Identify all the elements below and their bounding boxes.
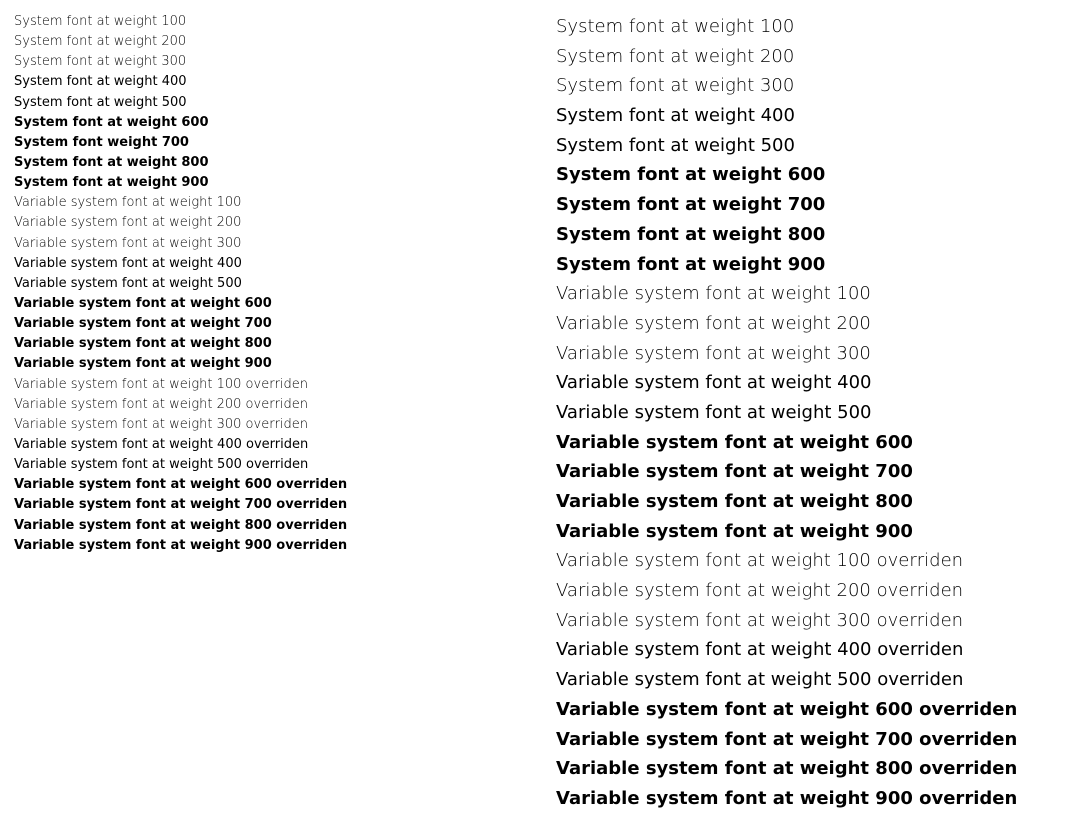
right-text-item: Variable system font at weight 800 overr…	[556, 754, 1052, 784]
right-text-item: System font at weight 500	[556, 131, 1052, 161]
right-text-item: Variable system font at weight 900	[556, 517, 1052, 547]
left-text-item: System font at weight 200	[14, 32, 510, 52]
right-text-item: System font at weight 300	[556, 71, 1052, 101]
left-text-item: System font at weight 800	[14, 153, 510, 173]
left-text-item: Variable system font at weight 900 overr…	[14, 536, 510, 556]
right-text-item: System font at weight 700	[556, 190, 1052, 220]
right-text-item: Variable system font at weight 900 overr…	[556, 784, 1052, 814]
left-text-item: System font at weight 600	[14, 113, 510, 133]
left-text-item: Variable system font at weight 700 overr…	[14, 495, 510, 515]
left-text-item: Variable system font at weight 900	[14, 354, 510, 374]
right-text-item: System font at weight 200	[556, 42, 1052, 72]
right-text-item: Variable system font at weight 100	[556, 279, 1052, 309]
left-text-item: Variable system font at weight 400	[14, 254, 510, 274]
left-text-item: System font at weight 400	[14, 72, 510, 92]
left-text-item: System font weight 700	[14, 133, 510, 153]
right-text-item: Variable system font at weight 500	[556, 398, 1052, 428]
left-text-item: Variable system font at weight 800 overr…	[14, 516, 510, 536]
left-text-item: Variable system font at weight 200	[14, 213, 510, 233]
left-text-item: Variable system font at weight 400 overr…	[14, 435, 510, 455]
left-text-item: Variable system font at weight 700	[14, 314, 510, 334]
right-text-item: System font at weight 600	[556, 160, 1052, 190]
left-text-item: System font at weight 100	[14, 12, 510, 32]
left-text-item: Variable system font at weight 300 overr…	[14, 415, 510, 435]
right-text-item: Variable system font at weight 400 overr…	[556, 635, 1052, 665]
right-text-item: Variable system font at weight 400	[556, 368, 1052, 398]
right-text-item: Variable system font at weight 600	[556, 428, 1052, 458]
right-text-item: System font at weight 100	[556, 12, 1052, 42]
right-text-item: Variable system font at weight 200 overr…	[556, 576, 1052, 606]
right-text-item: System font at weight 400	[556, 101, 1052, 131]
right-text-item: Variable system font at weight 600 overr…	[556, 695, 1052, 725]
right-text-item: Variable system font at weight 200	[556, 309, 1052, 339]
left-text-item: Variable system font at weight 600	[14, 294, 510, 314]
right-text-item: Variable system font at weight 800	[556, 487, 1052, 517]
left-text-item: Variable system font at weight 500	[14, 274, 510, 294]
left-text-item: Variable system font at weight 100 overr…	[14, 375, 510, 395]
right-text-item: System font at weight 900	[556, 250, 1052, 280]
right-text-item: System font at weight 800	[556, 220, 1052, 250]
right-text-item: Variable system font at weight 500 overr…	[556, 665, 1052, 695]
left-column: System font at weight 100System font at …	[8, 8, 516, 818]
left-text-item: System font at weight 500	[14, 93, 510, 113]
right-text-item: Variable system font at weight 700	[556, 457, 1052, 487]
left-text-item: System font at weight 300	[14, 52, 510, 72]
right-column: System font at weight 100System font at …	[516, 8, 1058, 818]
right-text-item: Variable system font at weight 300	[556, 339, 1052, 369]
left-text-item: Variable system font at weight 300	[14, 234, 510, 254]
left-text-item: Variable system font at weight 800	[14, 334, 510, 354]
left-text-item: Variable system font at weight 600 overr…	[14, 475, 510, 495]
left-text-item: System font at weight 900	[14, 173, 510, 193]
right-text-item: Variable system font at weight 700 overr…	[556, 725, 1052, 755]
right-text-item: Variable system font at weight 300 overr…	[556, 606, 1052, 636]
left-text-item: Variable system font at weight 200 overr…	[14, 395, 510, 415]
right-text-item: Variable system font at weight 100 overr…	[556, 546, 1052, 576]
left-text-item: Variable system font at weight 100	[14, 193, 510, 213]
left-text-item: Variable system font at weight 500 overr…	[14, 455, 510, 475]
